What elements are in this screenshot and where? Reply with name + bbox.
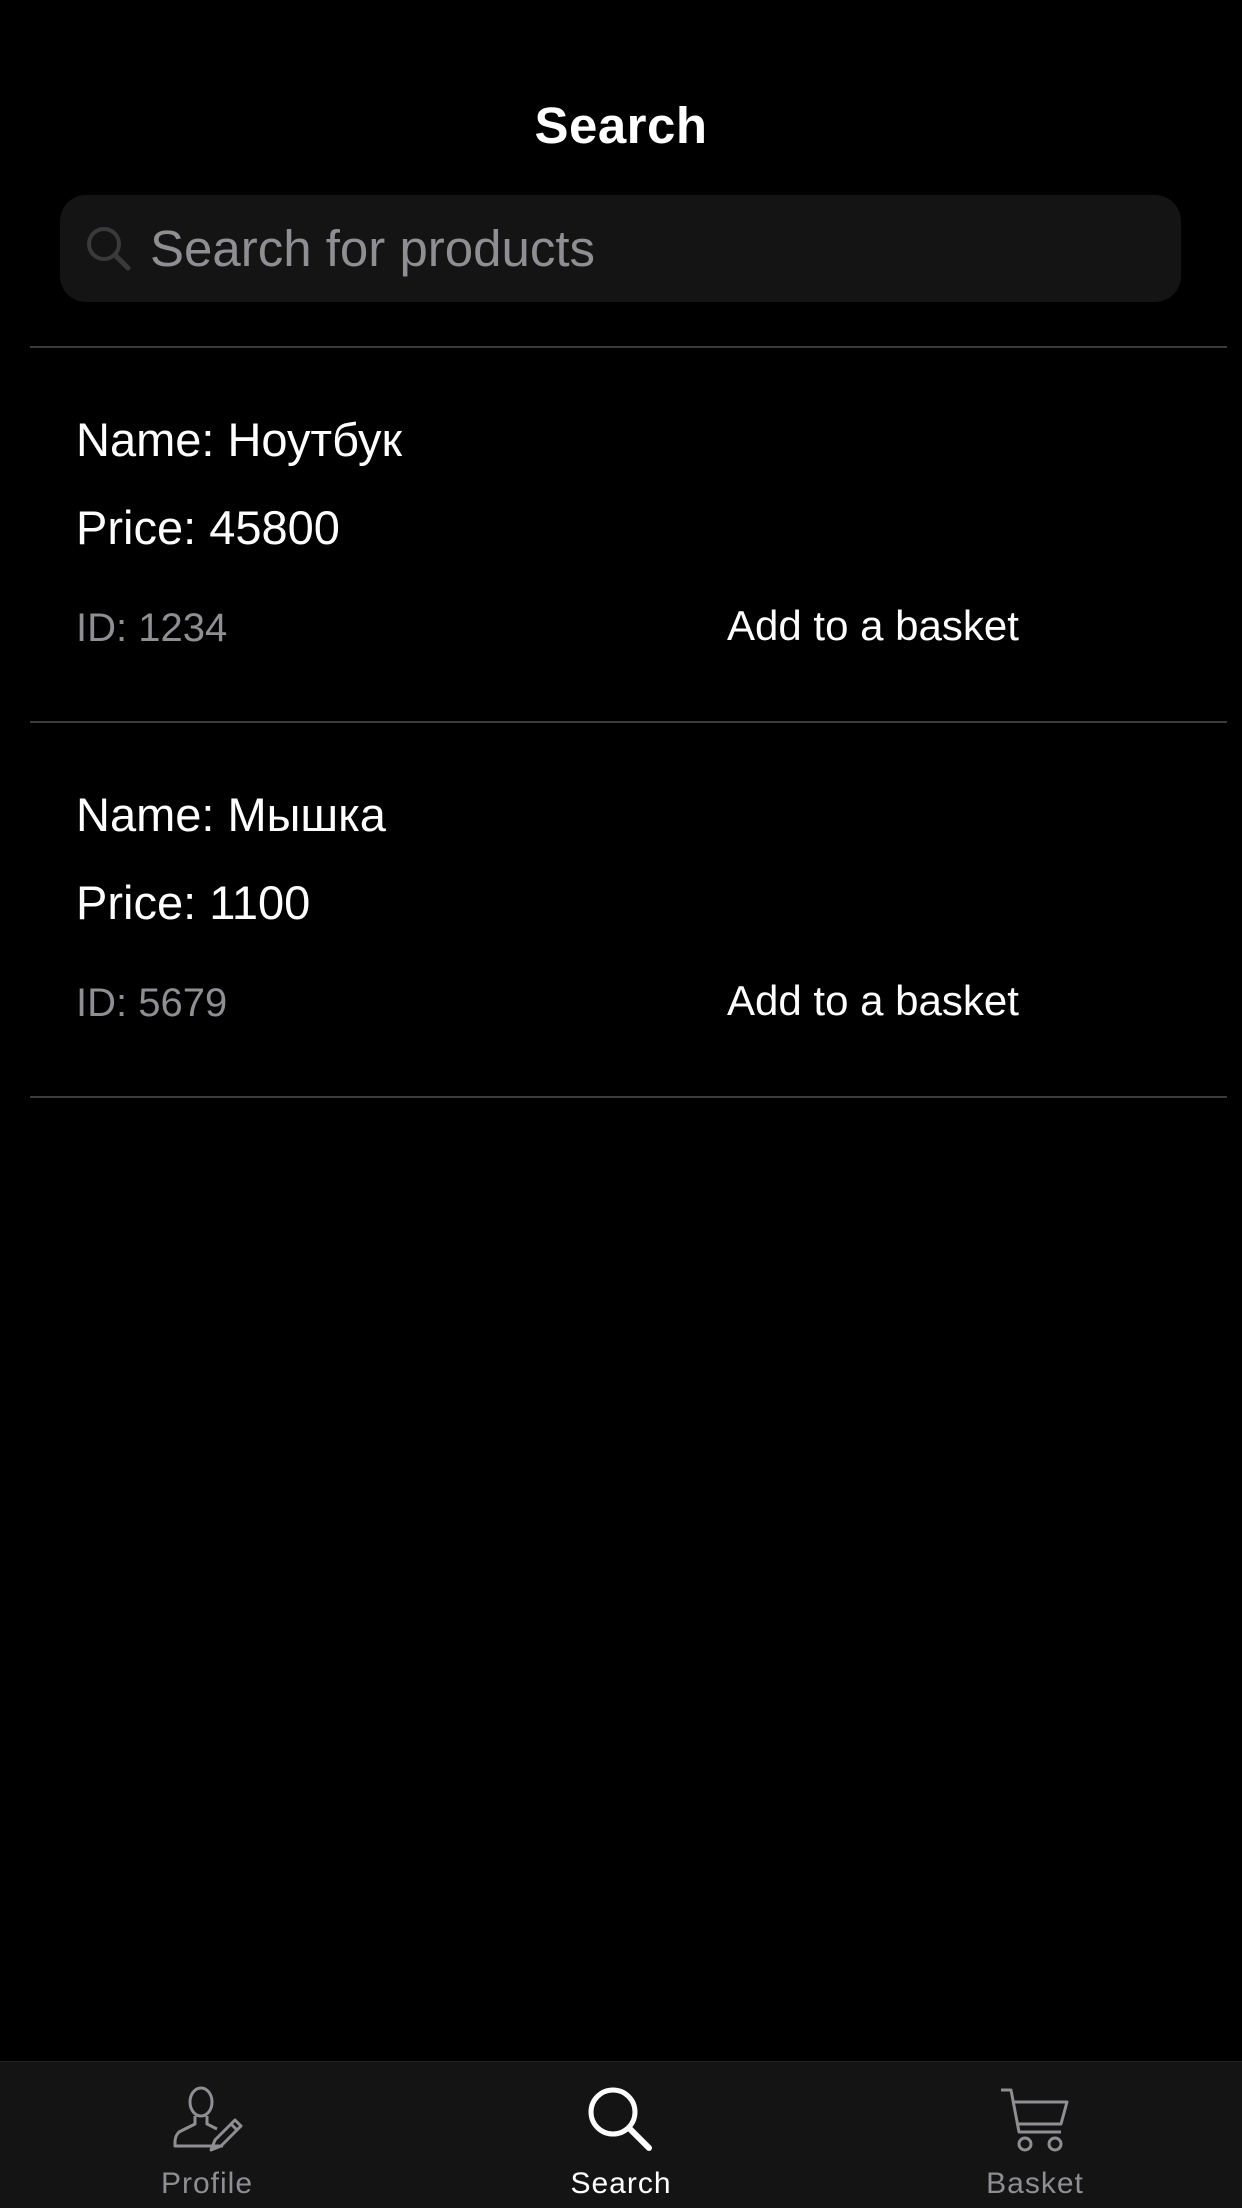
tab-label: Profile [160, 2167, 254, 2200]
product-id: ID: 1234 [76, 606, 228, 650]
tab-basket[interactable]: Basket [828, 2062, 1242, 2208]
product-card: Name: Мышка Price: 1100 ID: 5679 Add to … [0, 723, 1242, 1097]
tab-profile[interactable]: Profile [0, 2062, 414, 2208]
separator [30, 1096, 1227, 1098]
product-price: Price: 1100 [76, 876, 311, 929]
tab-label: Search [570, 2167, 672, 2200]
search-icon [588, 2087, 652, 2151]
tab-bar: Profile Search Basket [0, 2061, 1242, 2208]
product-id: ID: 5679 [76, 981, 228, 1025]
product-name: Name: Ноутбук [76, 413, 403, 466]
search-icon [87, 227, 131, 271]
tab-search[interactable]: Search [414, 2062, 828, 2208]
add-to-basket-button[interactable]: Add to a basket [727, 977, 1019, 1025]
profile-edit-icon [173, 2086, 243, 2152]
tab-label: Basket [986, 2167, 1084, 2200]
page-title: Search [534, 97, 708, 154]
product-price: Price: 45800 [76, 501, 340, 554]
product-card: Name: Ноутбук Price: 45800 ID: 1234 Add … [0, 348, 1242, 722]
search-input[interactable] [150, 195, 1160, 302]
add-to-basket-button[interactable]: Add to a basket [727, 602, 1019, 650]
search-screen: Search Name: Ноутбук Price: 45800 ID: 12… [0, 0, 1242, 2208]
search-bar[interactable] [60, 195, 1181, 302]
cart-icon [1001, 2088, 1069, 2152]
product-name: Name: Мышка [76, 788, 386, 841]
